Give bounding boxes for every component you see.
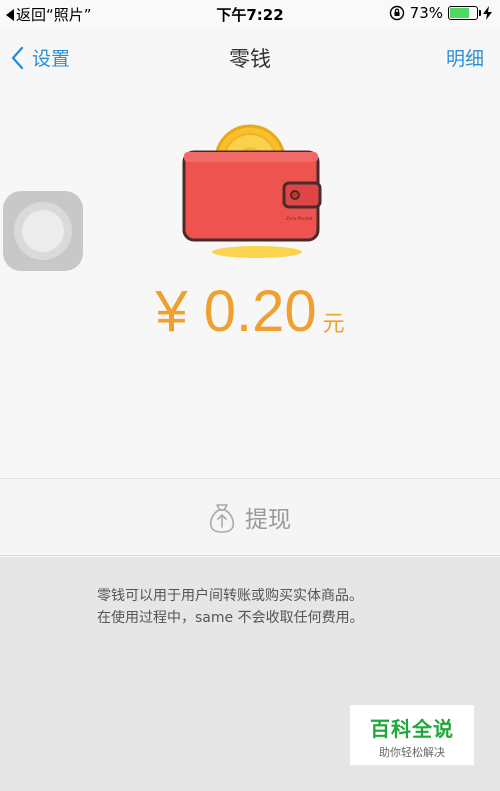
balance-section: Zero Pocket ¥ 0.20 元 <box>0 86 500 478</box>
detail-button[interactable]: 明细 <box>446 44 484 71</box>
balance-amount: ¥ 0.20 元 <box>0 278 500 345</box>
assistive-touch-button[interactable] <box>3 191 83 271</box>
orientation-lock-icon <box>389 5 404 21</box>
info-section: 零钱可以用于用户间转账或购买实体商品。 在使用过程中，same 不会收取任何费用… <box>0 557 500 791</box>
battery-percent: 73% <box>409 4 443 22</box>
watermark-subtitle: 助你轻松解决 <box>379 746 445 759</box>
watermark-title: 百科全说 <box>370 717 454 741</box>
wallet-illustration: Zero Pocket <box>182 124 322 242</box>
navigation-bar: 设置 零钱 明细 <box>0 28 500 86</box>
info-line-1: 零钱可以用于用户间转账或购买实体商品。 <box>97 588 363 604</box>
money-bag-icon <box>209 504 235 533</box>
withdraw-button[interactable]: 提现 <box>0 478 500 556</box>
status-bar: 返回“照片” 下午7:22 73% <box>0 0 500 28</box>
balance-unit: 元 <box>322 311 345 336</box>
watermark-logo: 百科全说 助你轻松解决 <box>350 705 474 765</box>
battery-icon <box>448 6 481 20</box>
info-line-2: 在使用过程中，same 不会收取任何费用。 <box>97 610 364 626</box>
page-title: 零钱 <box>229 47 271 71</box>
charging-bolt-icon <box>483 6 492 20</box>
balance-value: ¥ 0.20 <box>155 279 317 344</box>
wallet-brand-text: Zero Pocket <box>286 216 313 222</box>
battery-level <box>450 8 469 18</box>
wallet-clasp <box>282 181 322 209</box>
info-note: 零钱可以用于用户间转账或购买实体商品。 在使用过程中，same 不会收取任何费用… <box>97 585 364 629</box>
wallet-shadow <box>212 246 302 258</box>
withdraw-label: 提现 <box>245 507 291 533</box>
status-right: 73% <box>389 4 492 22</box>
